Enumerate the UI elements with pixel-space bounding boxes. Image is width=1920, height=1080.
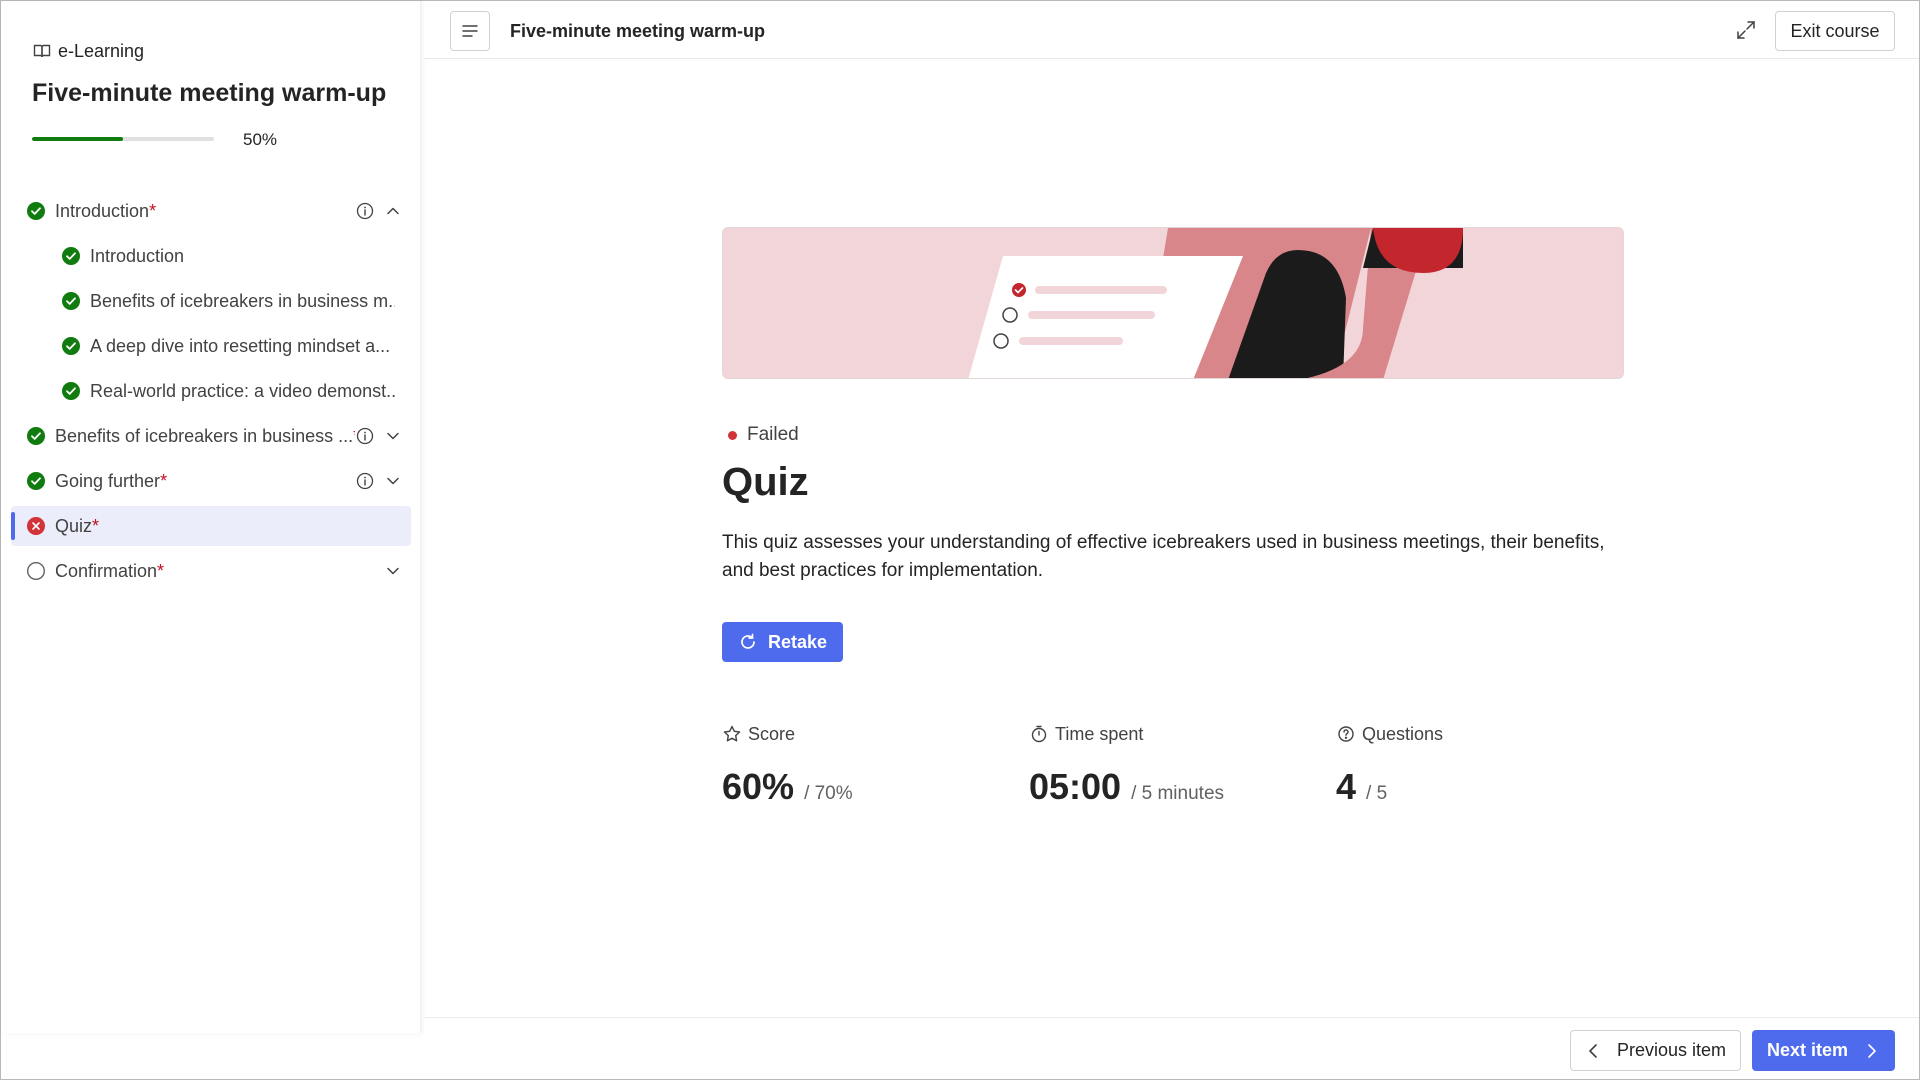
fullscreen-button[interactable]: [1734, 18, 1758, 42]
retake-button[interactable]: Retake: [722, 622, 843, 662]
chevron-left-icon: [1589, 1043, 1597, 1058]
score-max: / 70%: [804, 783, 853, 804]
completed-check-icon: [27, 472, 45, 490]
next-item-label: Next item: [1766, 1040, 1849, 1060]
course-sidebar: e-Learning Five-minute meeting warm-up 5…: [1, 1, 421, 1033]
outline-item-label: Benefits of icebreakers in business ...*: [55, 426, 355, 447]
quiz-illustration-graphic: [723, 228, 1623, 378]
header-title: Five-minute meeting warm-up: [510, 21, 766, 41]
score-stat: Score 60% / 70%: [722, 722, 853, 808]
completed-check-icon: [62, 247, 80, 265]
next-item-button[interactable]: Next item: [1752, 1030, 1895, 1071]
questions-total: / 5: [1366, 783, 1388, 804]
completed-check-icon: [62, 292, 80, 310]
score-label: Score: [748, 723, 796, 744]
info-icon[interactable]: [355, 426, 375, 446]
top-bar: Five-minute meeting warm-up Exit course: [424, 1, 1919, 59]
outline-item-label: Going further*: [55, 471, 168, 491]
completed-check-icon: [62, 382, 80, 400]
chevron-right-icon: [1868, 1043, 1876, 1058]
outline-section[interactable]: Confirmation*: [1, 549, 421, 594]
quiz-status-label: Failed: [747, 424, 799, 445]
brand-label: e-Learning: [58, 40, 145, 61]
completed-check-icon: [27, 202, 45, 220]
quiz-illustration: [722, 227, 1624, 379]
book-icon: [33, 44, 51, 58]
quiz-title: Quiz: [722, 460, 809, 504]
course-progress-bar: [32, 137, 214, 141]
outline-section[interactable]: Going further*: [1, 459, 421, 504]
outline-item-label: Real-world practice: a video demonst...: [90, 381, 395, 401]
course-title: Five-minute meeting warm-up: [32, 79, 387, 107]
time-spent-stat: Time spent 05:00 / 5 minutes: [1029, 722, 1224, 808]
time-spent-label: Time spent: [1055, 723, 1144, 744]
quiz-description: This quiz assesses your understanding of…: [722, 532, 1605, 581]
course-progress-text: 50%: [243, 130, 278, 149]
outline-item-label: A deep dive into resetting mindset a...: [90, 336, 391, 356]
course-outline: Introduction* Introduction Benefits of ice…: [1, 189, 421, 594]
chevron-down-icon[interactable]: [383, 561, 403, 581]
required-asterisk: *: [160, 471, 168, 491]
hamburger-menu-icon: [462, 25, 478, 37]
failed-x-icon: [27, 517, 45, 535]
required-asterisk: *: [149, 201, 157, 221]
required-asterisk: *: [92, 515, 100, 536]
outline-subitem[interactable]: Introduction: [1, 234, 421, 279]
time-limit: / 5 minutes: [1131, 783, 1225, 804]
info-icon[interactable]: [355, 471, 375, 491]
toggle-sidebar-button[interactable]: [450, 11, 490, 51]
brand: e-Learning: [32, 39, 144, 63]
refresh-icon: [741, 633, 755, 649]
bottom-navigation: Previous item Next item: [424, 1017, 1919, 1079]
failed-status-dot: [728, 430, 737, 440]
score-value: 60%: [722, 766, 795, 807]
outline-subitem[interactable]: A deep dive into resetting mindset a...: [1, 324, 421, 369]
star-icon: [723, 725, 741, 742]
outline-section[interactable]: Introduction*: [1, 189, 421, 234]
retake-label: Retake: [767, 631, 828, 652]
outline-section[interactable]: Benefits of icebreakers in business ...*: [1, 414, 421, 459]
outline-item-label: Introduction*: [55, 201, 157, 221]
chevron-up-icon[interactable]: [383, 201, 403, 221]
quiz-status: Failed: [728, 424, 799, 446]
completed-check-icon: [27, 427, 45, 445]
questions-correct: 4: [1336, 766, 1357, 807]
questions-stat: Questions 4 / 5: [1336, 722, 1443, 808]
exit-course-button[interactable]: Exit course: [1775, 11, 1895, 51]
outline-item-label: Introduction: [90, 246, 185, 266]
time-spent-value: 05:00: [1029, 766, 1122, 807]
outline-item-label: Benefits of icebreakers in business m...: [90, 291, 395, 311]
completed-check-icon: [62, 337, 80, 355]
outline-item-label: Confirmation*: [55, 561, 165, 581]
timer-icon: [1031, 725, 1047, 743]
info-icon[interactable]: [355, 201, 375, 221]
outline-item-label: Quiz*: [55, 515, 100, 536]
previous-item-button[interactable]: Previous item: [1570, 1030, 1741, 1071]
chevron-down-icon[interactable]: [383, 471, 403, 491]
outline-subitem[interactable]: Benefits of icebreakers in business m...: [1, 279, 421, 324]
questions-label: Questions: [1362, 723, 1444, 744]
expand-icon: [1737, 21, 1755, 39]
not-started-circle-icon: [26, 561, 46, 581]
question-circle-icon: [1338, 726, 1354, 742]
outline-subitem[interactable]: Real-world practice: a video demonst...: [1, 369, 421, 414]
required-asterisk: *: [157, 561, 165, 581]
outline-section[interactable]: Quiz*: [11, 506, 411, 546]
chevron-down-icon[interactable]: [383, 426, 403, 446]
previous-item-label: Previous item: [1616, 1040, 1727, 1060]
course-progress-fill: [32, 137, 123, 141]
